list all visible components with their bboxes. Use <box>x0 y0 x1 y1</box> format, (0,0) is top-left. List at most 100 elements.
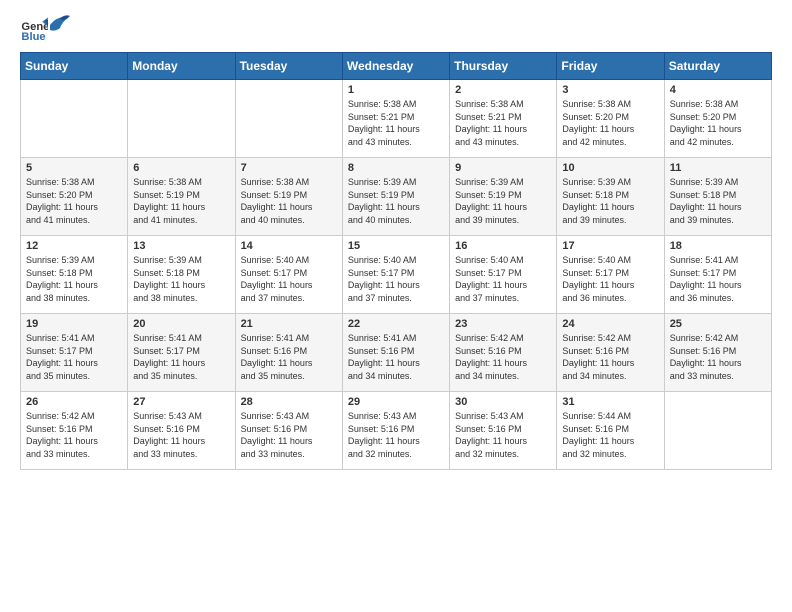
day-number: 19 <box>26 318 122 330</box>
weekday-header-wednesday: Wednesday <box>342 53 449 80</box>
header-row: General Blue <box>20 16 772 44</box>
cell-text: Sunrise: 5:40 AM Sunset: 5:17 PM Dayligh… <box>562 254 658 304</box>
day-number: 20 <box>133 318 229 330</box>
day-number: 13 <box>133 240 229 252</box>
calendar-cell: 13 Sunrise: 5:39 AM Sunset: 5:18 PM Dayli… <box>128 236 235 314</box>
cell-text: Sunrise: 5:41 AM Sunset: 5:17 PM Dayligh… <box>133 332 229 382</box>
calendar-cell: 18Sunrise: 5:41 AM Sunset: 5:17 PM Dayli… <box>664 236 771 314</box>
calendar-week-row: 12Sunrise: 5:39 AM Sunset: 5:18 PM Dayli… <box>21 236 772 314</box>
weekday-header-monday: Monday <box>128 53 235 80</box>
calendar-cell: 5 Sunrise: 5:38 AM Sunset: 5:20 PM Daylig… <box>21 158 128 236</box>
day-number: 2 <box>455 84 551 96</box>
day-number: 28 <box>241 396 337 408</box>
calendar-cell: 28 Sunrise: 5:43 AM Sunset: 5:16 PM Dayli… <box>235 392 342 470</box>
cell-text: Sunrise: 5:39 AM Sunset: 5:18 PM Dayligh… <box>26 254 122 304</box>
weekday-header-thursday: Thursday <box>450 53 557 80</box>
day-number: 5 <box>26 162 122 174</box>
logo-bird-icon <box>40 10 70 40</box>
calendar-cell: 4 Sunrise: 5:38 AM Sunset: 5:20 PM Daylig… <box>664 80 771 158</box>
cell-text: Sunrise: 5:38 AM Sunset: 5:21 PM Dayligh… <box>455 98 551 148</box>
day-number: 22 <box>348 318 444 330</box>
cell-text: Sunrise: 5:39 AM Sunset: 5:18 PM Dayligh… <box>670 176 766 226</box>
calendar-cell: 23 Sunrise: 5:42 AM Sunset: 5:16 PM Dayli… <box>450 314 557 392</box>
calendar-week-row: 19 Sunrise: 5:41 AM Sunset: 5:17 PM Dayli… <box>21 314 772 392</box>
day-number: 1 <box>348 84 444 96</box>
logo: General Blue <box>20 16 70 44</box>
cell-text: Sunrise: 5:41 AM Sunset: 5:16 PM Dayligh… <box>348 332 444 382</box>
calendar-week-row: 26 Sunrise: 5:42 AM Sunset: 5:16 PM Dayli… <box>21 392 772 470</box>
day-number: 18 <box>670 240 766 252</box>
day-number: 4 <box>670 84 766 96</box>
day-number: 27 <box>133 396 229 408</box>
cell-text: Sunrise: 5:39 AM Sunset: 5:19 PM Dayligh… <box>455 176 551 226</box>
calendar-week-row: 1 Sunrise: 5:38 AM Sunset: 5:21 PM Daylig… <box>21 80 772 158</box>
day-number: 26 <box>26 396 122 408</box>
cell-text: Sunrise: 5:42 AM Sunset: 5:16 PM Dayligh… <box>26 410 122 460</box>
calendar-cell: 31 Sunrise: 5:44 AM Sunset: 5:16 PM Dayli… <box>557 392 664 470</box>
day-number: 23 <box>455 318 551 330</box>
cell-text: Sunrise: 5:40 AM Sunset: 5:17 PM Dayligh… <box>348 254 444 304</box>
calendar-cell: 3Sunrise: 5:38 AM Sunset: 5:20 PM Daylig… <box>557 80 664 158</box>
calendar-cell: 12Sunrise: 5:39 AM Sunset: 5:18 PM Dayli… <box>21 236 128 314</box>
day-number: 24 <box>562 318 658 330</box>
calendar-cell: 29Sunrise: 5:43 AM Sunset: 5:16 PM Dayli… <box>342 392 449 470</box>
calendar-cell <box>664 392 771 470</box>
calendar-cell: 26 Sunrise: 5:42 AM Sunset: 5:16 PM Dayli… <box>21 392 128 470</box>
cell-text: Sunrise: 5:43 AM Sunset: 5:16 PM Dayligh… <box>241 410 337 460</box>
cell-text: Sunrise: 5:39 AM Sunset: 5:18 PM Dayligh… <box>562 176 658 226</box>
calendar-cell: 9 Sunrise: 5:39 AM Sunset: 5:19 PM Daylig… <box>450 158 557 236</box>
calendar-cell: 16 Sunrise: 5:40 AM Sunset: 5:17 PM Dayli… <box>450 236 557 314</box>
weekday-header-friday: Friday <box>557 53 664 80</box>
calendar-cell: 19 Sunrise: 5:41 AM Sunset: 5:17 PM Dayli… <box>21 314 128 392</box>
cell-text: Sunrise: 5:38 AM Sunset: 5:19 PM Dayligh… <box>133 176 229 226</box>
cell-text: Sunrise: 5:39 AM Sunset: 5:19 PM Dayligh… <box>348 176 444 226</box>
calendar-cell: 15Sunrise: 5:40 AM Sunset: 5:17 PM Dayli… <box>342 236 449 314</box>
page-container: General Blue SundayMondayTuesdayWednesda… <box>0 0 792 480</box>
calendar-cell <box>21 80 128 158</box>
calendar-cell: 2 Sunrise: 5:38 AM Sunset: 5:21 PM Daylig… <box>450 80 557 158</box>
calendar-cell <box>128 80 235 158</box>
cell-text: Sunrise: 5:42 AM Sunset: 5:16 PM Dayligh… <box>562 332 658 382</box>
day-number: 9 <box>455 162 551 174</box>
cell-text: Sunrise: 5:38 AM Sunset: 5:20 PM Dayligh… <box>670 98 766 148</box>
weekday-header-saturday: Saturday <box>664 53 771 80</box>
cell-text: Sunrise: 5:43 AM Sunset: 5:16 PM Dayligh… <box>455 410 551 460</box>
day-number: 11 <box>670 162 766 174</box>
day-number: 8 <box>348 162 444 174</box>
calendar-cell: 8 Sunrise: 5:39 AM Sunset: 5:19 PM Daylig… <box>342 158 449 236</box>
cell-text: Sunrise: 5:38 AM Sunset: 5:20 PM Dayligh… <box>562 98 658 148</box>
calendar-cell: 21Sunrise: 5:41 AM Sunset: 5:16 PM Dayli… <box>235 314 342 392</box>
cell-text: Sunrise: 5:43 AM Sunset: 5:16 PM Dayligh… <box>348 410 444 460</box>
day-number: 31 <box>562 396 658 408</box>
cell-text: Sunrise: 5:41 AM Sunset: 5:16 PM Dayligh… <box>241 332 337 382</box>
day-number: 30 <box>455 396 551 408</box>
cell-text: Sunrise: 5:38 AM Sunset: 5:20 PM Dayligh… <box>26 176 122 226</box>
cell-text: Sunrise: 5:40 AM Sunset: 5:17 PM Dayligh… <box>241 254 337 304</box>
cell-text: Sunrise: 5:40 AM Sunset: 5:17 PM Dayligh… <box>455 254 551 304</box>
weekday-header-tuesday: Tuesday <box>235 53 342 80</box>
day-number: 6 <box>133 162 229 174</box>
cell-text: Sunrise: 5:39 AM Sunset: 5:18 PM Dayligh… <box>133 254 229 304</box>
day-number: 25 <box>670 318 766 330</box>
calendar-cell: 25Sunrise: 5:42 AM Sunset: 5:16 PM Dayli… <box>664 314 771 392</box>
weekday-row: SundayMondayTuesdayWednesdayThursdayFrid… <box>21 53 772 80</box>
calendar-cell: 17 Sunrise: 5:40 AM Sunset: 5:17 PM Dayli… <box>557 236 664 314</box>
cell-text: Sunrise: 5:41 AM Sunset: 5:17 PM Dayligh… <box>26 332 122 382</box>
calendar-cell: 7Sunrise: 5:38 AM Sunset: 5:19 PM Daylig… <box>235 158 342 236</box>
cell-text: Sunrise: 5:42 AM Sunset: 5:16 PM Dayligh… <box>455 332 551 382</box>
cell-text: Sunrise: 5:44 AM Sunset: 5:16 PM Dayligh… <box>562 410 658 460</box>
day-number: 7 <box>241 162 337 174</box>
cell-text: Sunrise: 5:38 AM Sunset: 5:21 PM Dayligh… <box>348 98 444 148</box>
calendar-cell: 11 Sunrise: 5:39 AM Sunset: 5:18 PM Dayli… <box>664 158 771 236</box>
calendar-cell: 6 Sunrise: 5:38 AM Sunset: 5:19 PM Daylig… <box>128 158 235 236</box>
calendar-cell <box>235 80 342 158</box>
calendar-cell: 20 Sunrise: 5:41 AM Sunset: 5:17 PM Dayli… <box>128 314 235 392</box>
day-number: 16 <box>455 240 551 252</box>
calendar-cell: 22 Sunrise: 5:41 AM Sunset: 5:16 PM Dayli… <box>342 314 449 392</box>
calendar-body: 1 Sunrise: 5:38 AM Sunset: 5:21 PM Daylig… <box>21 80 772 470</box>
calendar-cell: 30 Sunrise: 5:43 AM Sunset: 5:16 PM Dayli… <box>450 392 557 470</box>
day-number: 17 <box>562 240 658 252</box>
calendar-cell: 1 Sunrise: 5:38 AM Sunset: 5:21 PM Daylig… <box>342 80 449 158</box>
cell-text: Sunrise: 5:43 AM Sunset: 5:16 PM Dayligh… <box>133 410 229 460</box>
calendar-table: SundayMondayTuesdayWednesdayThursdayFrid… <box>20 52 772 470</box>
